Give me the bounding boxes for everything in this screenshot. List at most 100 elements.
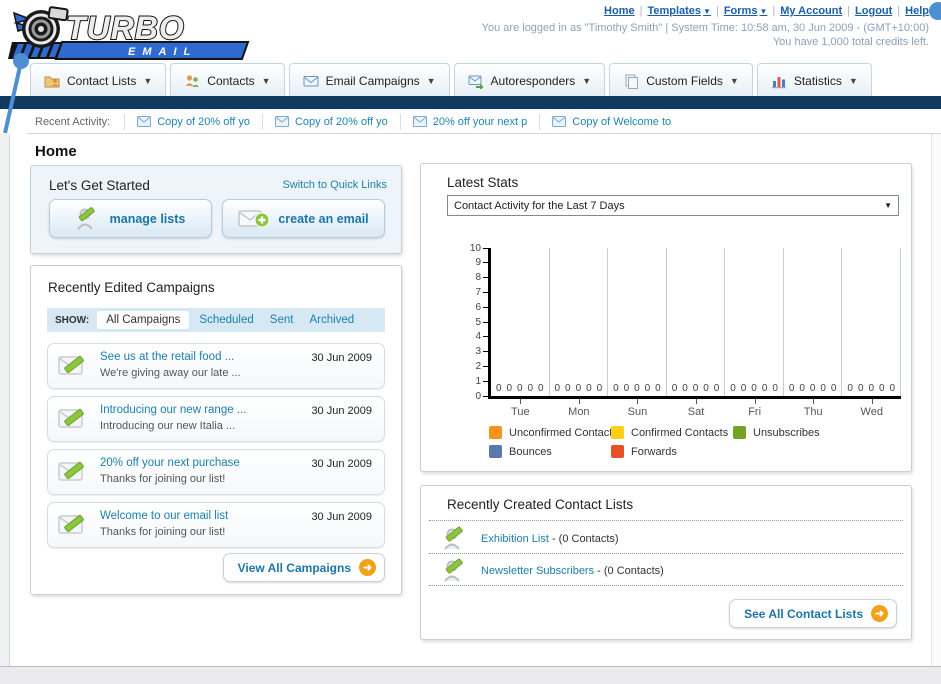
chart-y-axis: 0 1 2 3 4 5 6 7 8 9 10 <box>461 243 488 402</box>
recent-activity-item[interactable]: 20% off your next p <box>399 113 540 130</box>
campaign-date: 30 Jun 2009 <box>311 511 372 523</box>
separator: | <box>897 5 901 17</box>
manage-lists-button[interactable]: manage lists <box>49 199 212 238</box>
campaign-subtitle: Introducing our new Italia ... <box>100 420 236 432</box>
recent-activity-item[interactable]: Copy of Welcome to <box>539 113 683 130</box>
header-link-help[interactable]: Help <box>905 5 929 17</box>
filter-scheduled[interactable]: Scheduled <box>199 314 253 326</box>
campaigns-panel: Recently Edited Campaigns SHOW: All Camp… <box>30 265 402 595</box>
show-label: SHOW: <box>55 314 90 326</box>
legend-swatch <box>733 426 746 439</box>
header-links: Home | Templates ▼ | Forms ▼ | My Account | Logout… <box>604 5 929 17</box>
chart-area: 00000000000000000000000000000000000 <box>488 248 902 399</box>
campaign-subtitle: Thanks for joining our list! <box>100 526 226 538</box>
campaign-title-link[interactable]: Introducing our new range ... <box>100 404 246 416</box>
campaigns-filter-bar: SHOW: All Campaigns Scheduled Sent Archi… <box>47 308 385 332</box>
legend-swatch <box>489 445 502 458</box>
tab-autoresponders[interactable]: Autoresponders ▼ <box>453 63 606 97</box>
campaign-date: 30 Jun 2009 <box>311 458 372 470</box>
separator: | <box>715 5 719 17</box>
caret-down-icon: ▼ <box>426 75 436 86</box>
filter-archived[interactable]: Archived <box>309 314 354 326</box>
latest-stats-panel: Latest Stats Contact Activity for the La… <box>420 163 912 472</box>
divider <box>429 585 903 586</box>
tab-email-campaigns[interactable]: Email Campaigns ▼ <box>288 63 450 97</box>
campaign-row[interactable]: See us at the retail food ... We're givi… <box>47 343 385 389</box>
recent-activity-bar: Recent Activity: Copy of 20% off yo Copy… <box>0 109 941 134</box>
person-pencil-icon <box>444 558 463 582</box>
create-an-email-button[interactable]: create an email <box>222 199 385 238</box>
contact-list-link[interactable]: Newsletter Subscribers <box>481 565 594 577</box>
caret-down-icon: ▼ <box>848 75 858 86</box>
header-link-logout[interactable]: Logout <box>855 5 892 17</box>
filter-all-campaigns[interactable]: All Campaigns <box>97 311 190 329</box>
campaign-date: 30 Jun 2009 <box>311 405 372 417</box>
header-link-templates[interactable]: Templates ▼ <box>647 5 711 17</box>
person-pencil-icon <box>76 206 95 230</box>
envelope-icon <box>137 116 152 127</box>
tab-label: Email Campaigns <box>325 73 420 88</box>
page-left-margin <box>0 134 10 666</box>
legend-swatch <box>611 426 624 439</box>
tab-label: Statistics <box>793 73 842 88</box>
person-pencil-icon <box>444 526 463 550</box>
legend-item: Unsubscribes <box>733 426 820 439</box>
campaign-date: 30 Jun 2009 <box>311 352 372 364</box>
caret-down-icon: ▼ <box>143 75 153 86</box>
see-all-contact-lists-button[interactable]: See All Contact Lists ➜ <box>729 599 897 628</box>
legend-item: Bounces <box>489 445 552 458</box>
campaign-row[interactable]: 20% off your next purchase Thanks for jo… <box>47 449 385 495</box>
tab-statistics[interactable]: Statistics ▼ <box>756 63 872 97</box>
contact-count: - (0 Contacts) <box>551 533 619 545</box>
legend-swatch <box>611 445 624 458</box>
envelope-pencil-icon <box>58 514 84 534</box>
tab-label: Contact Lists <box>67 73 137 88</box>
envelope-pencil-icon <box>58 461 84 481</box>
contact-list-row[interactable]: Exhibition List - (0 Contacts) <box>443 526 619 552</box>
header-link-home[interactable]: Home <box>604 5 635 17</box>
header-link-my-account[interactable]: My Account <box>780 5 842 17</box>
recent-activity-item[interactable]: Copy of 20% off yo <box>124 113 262 130</box>
campaign-title-link[interactable]: Welcome to our email list <box>100 510 228 522</box>
login-line: You are logged in as "Timothy Smith" | S… <box>481 22 929 34</box>
switch-to-quick-links[interactable]: Switch to Quick Links <box>282 179 387 191</box>
filter-sent[interactable]: Sent <box>270 314 294 326</box>
caret-down-icon: ▼ <box>582 75 592 86</box>
caret-down-icon: ▼ <box>729 75 739 86</box>
envelope-plus-icon <box>238 209 270 227</box>
tab-label: Contacts <box>207 73 255 88</box>
header-link-forms[interactable]: Forms ▼ <box>724 5 768 17</box>
divider <box>429 520 903 521</box>
contact-list-row[interactable]: Newsletter Subscribers - (0 Contacts) <box>443 558 664 584</box>
campaign-subtitle: We're giving away our late ... <box>100 367 241 379</box>
legend-item: Forwards <box>611 445 677 458</box>
tab-custom-fields[interactable]: Custom Fields ▼ <box>609 63 753 97</box>
svg-text:TURBO: TURBO <box>66 10 185 46</box>
turbo-email-dashboard: { "header": { "separator": "|", "nav_lin… <box>0 0 941 684</box>
campaign-title-link[interactable]: See us at the retail food ... <box>100 351 234 363</box>
campaign-subtitle: Thanks for joining our list! <box>100 473 226 485</box>
page-title: Home <box>35 143 77 161</box>
nav-underline-bar <box>0 96 941 109</box>
campaign-row[interactable]: Introducing our new range ... Introducin… <box>47 396 385 442</box>
arrow-right-icon: ➜ <box>359 559 376 576</box>
tab-label: Autoresponders <box>490 73 576 88</box>
envelope-arrow-icon <box>468 73 484 89</box>
campaign-title-link[interactable]: 20% off your next purchase <box>100 457 240 469</box>
stats-period-select[interactable]: Contact Activity for the Last 7 Days ▼ <box>447 195 899 216</box>
campaign-row[interactable]: Welcome to our email list Thanks for joi… <box>47 502 385 548</box>
legend-swatch <box>489 426 502 439</box>
tab-contact-lists[interactable]: Contact Lists ▼ <box>30 63 167 97</box>
contact-lists-title: Recently Created Contact Lists <box>447 497 634 512</box>
contact-count: - (0 Contacts) <box>597 565 664 577</box>
get-started-panel: Let's Get Started Switch to Quick Links … <box>30 165 402 254</box>
recent-activity-item[interactable]: Copy of 20% off yo <box>261 113 400 130</box>
page-right-margin <box>931 134 941 666</box>
view-all-campaigns-button[interactable]: View All Campaigns ➜ <box>222 553 385 582</box>
tab-contacts[interactable]: Contacts ▼ <box>170 63 285 97</box>
contact-list-link[interactable]: Exhibition List <box>481 533 549 545</box>
people-icon <box>184 73 200 89</box>
separator: | <box>772 5 776 17</box>
contact-lists-panel: Recently Created Contact Lists Exhibitio… <box>420 485 912 640</box>
caret-down-icon: ▼ <box>261 75 271 86</box>
